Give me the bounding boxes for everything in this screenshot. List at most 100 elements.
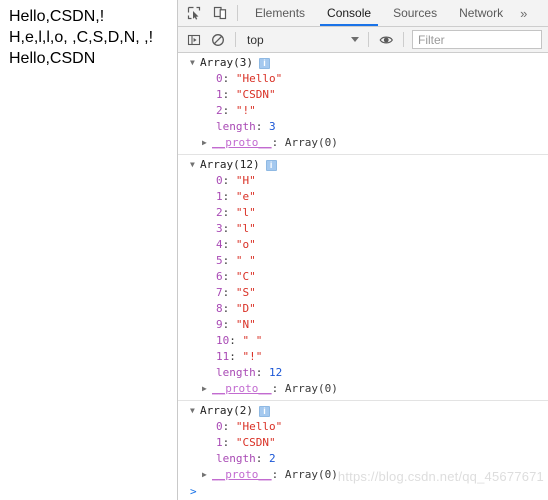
- more-tabs-chevron-icon[interactable]: »: [514, 0, 535, 26]
- toolbar-divider: [403, 32, 404, 47]
- proto-row[interactable]: ▶ __proto__: Array(0): [178, 381, 548, 397]
- tab-console[interactable]: Console: [316, 0, 382, 26]
- property-key-index: 1: [216, 190, 223, 203]
- disclosure-triangle-open-icon[interactable]: ▼: [190, 157, 200, 173]
- info-icon[interactable]: i: [258, 57, 270, 69]
- console-filter-input[interactable]: Filter: [412, 30, 542, 49]
- property-key-index: 6: [216, 270, 223, 283]
- console-message-group: ▼ Array(2) i 0: "Hello" 1: "CSDN" length: 2 ▶ _…: [178, 401, 548, 482]
- property-separator: :: [271, 136, 285, 149]
- array-property-row: 4: "o": [178, 237, 548, 253]
- property-value: "C": [235, 270, 256, 283]
- proto-row[interactable]: ▶ __proto__: Array(0): [178, 135, 548, 151]
- property-key-index: 1: [216, 88, 223, 101]
- property-key-index: 8: [216, 302, 223, 315]
- property-separator: :: [255, 366, 269, 379]
- toolbar-divider: [237, 5, 238, 21]
- property-separator: :: [229, 334, 243, 347]
- tab-elements[interactable]: Elements: [244, 0, 316, 26]
- console-sidebar-icon[interactable]: [182, 29, 206, 51]
- inspect-element-icon[interactable]: [181, 0, 207, 26]
- property-value: 12: [269, 366, 283, 379]
- live-expression-eye-icon[interactable]: [374, 29, 398, 51]
- page-text-line: Hello,CSDN: [9, 50, 96, 67]
- array-property-row: 11: "!": [178, 349, 548, 365]
- array-property-row: 7: "S": [178, 285, 548, 301]
- disclosure-triangle-closed-icon[interactable]: ▶: [202, 381, 212, 397]
- property-separator: :: [222, 318, 236, 331]
- disclosure-triangle-closed-icon[interactable]: ▶: [202, 135, 212, 151]
- proto-row[interactable]: ▶ __proto__: Array(0): [178, 467, 548, 482]
- array-property-row: 9: "N": [178, 317, 548, 333]
- clear-console-icon[interactable]: [206, 29, 230, 51]
- execution-context-dropdown[interactable]: top: [241, 30, 363, 50]
- disclosure-triangle-closed-icon[interactable]: ▶: [202, 467, 212, 482]
- info-icon[interactable]: i: [258, 405, 270, 417]
- property-separator: :: [222, 238, 236, 251]
- property-separator: :: [229, 350, 243, 363]
- array-header-row[interactable]: ▼ Array(12) i: [178, 157, 548, 173]
- array-property-row: 1: "CSDN": [178, 87, 548, 103]
- array-property-row: length: 3: [178, 119, 548, 135]
- property-value: "D": [235, 302, 256, 315]
- property-separator: :: [222, 286, 236, 299]
- property-separator: :: [255, 120, 269, 133]
- property-key-index: 0: [216, 72, 223, 85]
- property-key-length: length: [216, 366, 256, 379]
- property-separator: :: [222, 222, 236, 235]
- property-value: " ": [242, 334, 263, 347]
- property-key-index: 7: [216, 286, 223, 299]
- array-property-row: 1: "e": [178, 189, 548, 205]
- property-separator: :: [222, 254, 236, 267]
- property-separator: :: [222, 190, 236, 203]
- proto-value: Array(0): [284, 468, 338, 481]
- property-value: "H": [235, 174, 256, 187]
- array-property-row: 0: "Hello": [178, 419, 548, 435]
- array-header-label: Array(3): [200, 56, 253, 69]
- proto-key: __proto__: [212, 382, 272, 395]
- property-value: "Hello": [235, 72, 283, 85]
- tab-sources[interactable]: Sources: [382, 0, 448, 26]
- tab-label: Sources: [393, 6, 438, 20]
- array-property-row: 3: "l": [178, 221, 548, 237]
- disclosure-triangle-open-icon[interactable]: ▼: [190, 55, 200, 71]
- property-key-index: 0: [216, 420, 223, 433]
- proto-value: Array(0): [284, 136, 338, 149]
- property-separator: :: [222, 270, 236, 283]
- device-toolbar-icon[interactable]: [207, 0, 233, 26]
- console-message-group: ▼ Array(3) i 0: "Hello" 1: "CSDN" 2: "!" lengt…: [178, 53, 548, 155]
- toolbar-divider: [368, 32, 369, 47]
- property-value: "S": [235, 286, 256, 299]
- toolbar-divider: [235, 32, 236, 47]
- devtools-tabbar: Elements Console Sources Network »: [178, 0, 548, 27]
- property-key-index: 2: [216, 206, 223, 219]
- array-property-row: 8: "D": [178, 301, 548, 317]
- array-header-row[interactable]: ▼ Array(2) i: [178, 403, 548, 419]
- property-key-index: 0: [216, 174, 223, 187]
- array-header-row[interactable]: ▼ Array(3) i: [178, 55, 548, 71]
- console-toolbar: top Filter: [178, 27, 548, 53]
- array-property-row: 2: "!": [178, 103, 548, 119]
- page-viewport: Hello,CSDN,! H,e,l,l,o, ,C,S,D,N, ,! Hel…: [0, 0, 178, 500]
- array-property-row: 5: " ": [178, 253, 548, 269]
- disclosure-triangle-open-icon[interactable]: ▼: [190, 403, 200, 419]
- tab-label: Elements: [255, 6, 306, 20]
- proto-key: __proto__: [212, 468, 272, 481]
- console-prompt[interactable]: >: [178, 482, 548, 500]
- property-value: "l": [235, 206, 256, 219]
- property-separator: :: [222, 302, 236, 315]
- property-separator: :: [271, 382, 285, 395]
- array-property-row: 10: " ": [178, 333, 548, 349]
- property-key-length: length: [216, 120, 256, 133]
- property-key-index: 10: [216, 334, 230, 347]
- property-separator: :: [222, 104, 236, 117]
- property-value: " ": [235, 254, 256, 267]
- devtools-window: Hello,CSDN,! H,e,l,l,o, ,C,S,D,N, ,! Hel…: [0, 0, 548, 500]
- tab-network[interactable]: Network: [448, 0, 514, 26]
- property-separator: :: [222, 436, 236, 449]
- property-key-index: 3: [216, 222, 223, 235]
- property-value: "CSDN": [235, 88, 276, 101]
- console-message-list[interactable]: ▼ Array(3) i 0: "Hello" 1: "CSDN" 2: "!" lengt…: [178, 53, 548, 482]
- info-icon[interactable]: i: [265, 159, 277, 171]
- console-message-group: ▼ Array(12) i 0: "H" 1: "e" 2: "l" 3: "l" 4: "o…: [178, 155, 548, 401]
